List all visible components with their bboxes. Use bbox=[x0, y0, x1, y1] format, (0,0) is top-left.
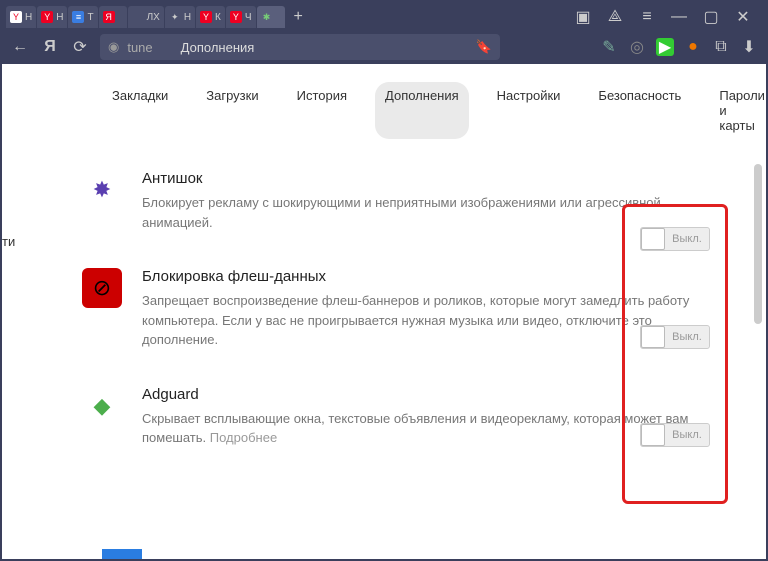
feather-ext-icon[interactable]: ✎ bbox=[600, 38, 618, 56]
settings-tab-пароли и карты[interactable]: Пароли и карты bbox=[709, 82, 766, 139]
address-title: Дополнения bbox=[181, 40, 255, 55]
addon-more-link[interactable]: Подробнее bbox=[210, 430, 277, 445]
browser-tab-4[interactable]: ЛX bbox=[128, 6, 164, 28]
address-row: ← Я ⟳ ◉ tune Дополнения 🔖 ✎ ◎ ▶ ● ⧉ ⬇ bbox=[2, 30, 766, 64]
toggle-knob bbox=[641, 228, 665, 250]
settings-tab-закладки[interactable]: Закладки bbox=[102, 82, 178, 139]
address-bar[interactable]: ◉ tune Дополнения 🔖 bbox=[100, 34, 500, 60]
circle-ext-icon[interactable]: ◎ bbox=[628, 38, 646, 56]
tabs-row: YНYН≡ТЯЛX✦НYКYЧ✱ + ▣ ⟁ ≡ — ▢ ✕ bbox=[2, 2, 766, 30]
addon-toggle[interactable]: Выкл. bbox=[640, 227, 710, 251]
address-path: tune bbox=[127, 40, 152, 55]
tab-favicon-icon: Y bbox=[230, 11, 242, 23]
maximize-icon[interactable]: ▢ bbox=[702, 8, 720, 26]
browser-tab-5[interactable]: ✦Н bbox=[165, 6, 195, 28]
tab-label: Н bbox=[184, 12, 191, 23]
addon-toggle[interactable]: Выкл. bbox=[640, 423, 710, 447]
bookmark-icon[interactable]: 🔖 bbox=[476, 39, 492, 55]
browser-tab-0[interactable]: YН bbox=[6, 6, 36, 28]
toggle-label: Выкл. bbox=[665, 429, 709, 441]
new-tab-button[interactable]: + bbox=[286, 8, 311, 26]
addon-toggle[interactable]: Выкл. bbox=[640, 325, 710, 349]
tab-favicon-icon: ≡ bbox=[72, 11, 84, 23]
settings-tabs: Закладки Загрузки История Дополнения Настрой… bbox=[2, 64, 766, 150]
browser-tab-1[interactable]: YН bbox=[37, 6, 67, 28]
settings-tab-загрузки[interactable]: Загрузки bbox=[196, 82, 268, 139]
copy-ext-icon[interactable]: ⧉ bbox=[712, 38, 730, 56]
browser-tab-6[interactable]: YК bbox=[196, 6, 225, 28]
browser-tab-7[interactable]: YЧ bbox=[226, 6, 256, 28]
truncated-left-text: ти bbox=[2, 234, 15, 249]
addon-icon: ◆ bbox=[82, 386, 122, 426]
tab-label: Т bbox=[87, 12, 93, 23]
tab-label: Н bbox=[56, 12, 63, 23]
browser-tab-3[interactable]: Я bbox=[99, 6, 127, 28]
toggle-label: Выкл. bbox=[665, 331, 709, 343]
menu-icon[interactable]: ≡ bbox=[638, 8, 656, 26]
addon-icon: ⊘ bbox=[82, 268, 122, 308]
yandex-home-icon[interactable]: Я bbox=[40, 37, 60, 57]
tab-favicon-icon bbox=[132, 11, 144, 23]
toggle-highlight-box: Выкл. Выкл. Выкл. bbox=[622, 204, 728, 504]
minimize-icon[interactable]: — bbox=[670, 8, 688, 26]
site-info-icon[interactable]: ◉ bbox=[108, 39, 119, 55]
tab-favicon-icon: ✱ bbox=[261, 11, 273, 23]
tab-favicon-icon: Я bbox=[103, 11, 115, 23]
toggle-label: Выкл. bbox=[665, 233, 709, 245]
settings-page: Закладки Загрузки История Дополнения Настрой… bbox=[2, 64, 766, 559]
scrollbar[interactable] bbox=[754, 164, 762, 324]
tab-label: К bbox=[215, 12, 221, 23]
settings-tab-настройки[interactable]: Настройки bbox=[487, 82, 571, 139]
download-icon[interactable]: ⬇ bbox=[740, 38, 758, 56]
tab-label: ЛX bbox=[147, 12, 160, 23]
browser-tab-8[interactable]: ✱ bbox=[257, 6, 285, 28]
tab-overview-icon[interactable]: ▣ bbox=[574, 8, 592, 26]
back-icon[interactable]: ← bbox=[10, 37, 30, 57]
browser-chrome: YНYН≡ТЯЛX✦НYКYЧ✱ + ▣ ⟁ ≡ — ▢ ✕ ← Я ⟳ ◉ t… bbox=[2, 2, 766, 64]
toggle-knob bbox=[641, 424, 665, 446]
tab-favicon-icon: Y bbox=[200, 11, 212, 23]
bookmark-ribbon-icon[interactable]: ⟁ bbox=[606, 8, 624, 26]
settings-tab-безопасность[interactable]: Безопасность bbox=[588, 82, 691, 139]
addon-title: Антишок bbox=[142, 170, 726, 187]
bottom-accent bbox=[102, 549, 142, 559]
orange-ext-icon[interactable]: ● bbox=[684, 38, 702, 56]
settings-tab-история[interactable]: История bbox=[287, 82, 357, 139]
settings-tab-дополнения[interactable]: Дополнения bbox=[375, 82, 469, 139]
close-icon[interactable]: ✕ bbox=[734, 8, 752, 26]
tab-favicon-icon: ✦ bbox=[169, 11, 181, 23]
toggle-knob bbox=[641, 326, 665, 348]
tab-favicon-icon: Y bbox=[10, 11, 22, 23]
reload-icon[interactable]: ⟳ bbox=[70, 37, 90, 57]
addon-icon: ✸ bbox=[82, 170, 122, 210]
green-ext-icon[interactable]: ▶ bbox=[656, 38, 674, 56]
tab-label: Н bbox=[25, 12, 32, 23]
tab-favicon-icon: Y bbox=[41, 11, 53, 23]
tab-label: Ч bbox=[245, 12, 252, 23]
browser-tab-2[interactable]: ≡Т bbox=[68, 6, 97, 28]
